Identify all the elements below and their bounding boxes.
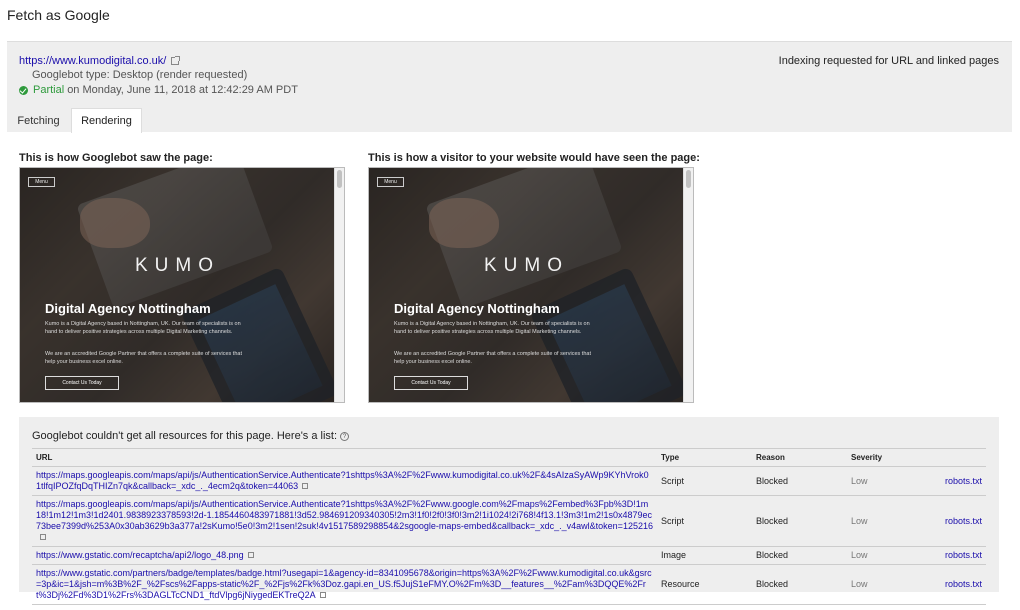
resource-url-text[interactable]: https://maps.googleapis.com/maps/api/js/… <box>36 499 653 531</box>
kumo-logo: KUMO <box>135 255 220 276</box>
resource-url[interactable]: https://www.gstatic.com/recaptcha/api2/l… <box>32 546 657 565</box>
robots-txt-link[interactable]: robots.txt <box>937 495 986 547</box>
resource-reason: Blocked <box>752 466 847 496</box>
menu-button: Menu <box>28 177 55 187</box>
external-link-icon[interactable] <box>40 534 46 540</box>
table-header-row: URL Type Reason Severity <box>32 448 986 467</box>
fetched-url-link[interactable]: https://www.kumodigital.co.uk/ <box>19 55 181 67</box>
resource-reason: Blocked <box>752 495 847 547</box>
resource-reason: Blocked <box>752 546 847 565</box>
help-icon[interactable]: ? <box>340 431 350 441</box>
column-header-action <box>937 448 986 467</box>
external-link-icon[interactable] <box>319 592 326 598</box>
preview-scrollbar[interactable] <box>683 168 693 402</box>
resource-type: Script <box>657 495 752 547</box>
column-header-type: Type <box>657 448 752 467</box>
fetched-url-text[interactable]: https://www.kumodigital.co.uk/ <box>19 55 166 67</box>
visitor-render-preview: Menu KUMO Digital Agency Nottingham Kumo… <box>368 167 694 403</box>
table-row: https://maps.googleapis.com/maps/api/js/… <box>32 495 986 547</box>
dark-overlay <box>369 168 684 402</box>
render-viewport: Menu KUMO Digital Agency Nottingham Kumo… <box>20 168 340 402</box>
googlebot-type: Googlebot type: Desktop (render requeste… <box>32 69 248 81</box>
resource-severity: Low <box>847 495 937 547</box>
resource-url-text[interactable]: https://www.gstatic.com/recaptcha/api2/l… <box>36 550 244 560</box>
hero-paragraph: We are an accredited Google Partner that… <box>394 351 591 365</box>
googlebot-render-preview: Menu KUMO Digital Agency Nottingham Kumo… <box>19 167 345 403</box>
hero-paragraph: We are an accredited Google Partner that… <box>45 351 242 365</box>
fetch-status: Partial on Monday, June 11, 2018 at 12:4… <box>19 84 298 96</box>
resource-reason: Blocked <box>752 564 847 605</box>
column-header-reason: Reason <box>752 448 847 467</box>
resource-severity: Low <box>847 466 937 496</box>
fetch-summary-panel: https://www.kumodigital.co.uk/ Googlebot… <box>7 41 1012 133</box>
robots-txt-link[interactable]: robots.txt <box>937 546 986 565</box>
resource-severity: Low <box>847 564 937 605</box>
page-title: Fetch as Google <box>7 7 110 23</box>
external-link-icon[interactable] <box>302 483 309 489</box>
resource-url-text[interactable]: https://maps.googleapis.com/maps/api/js/… <box>36 470 649 491</box>
check-circle-icon <box>19 85 28 95</box>
scroll-thumb[interactable] <box>337 170 342 188</box>
table-row: https://www.gstatic.com/recaptcha/api2/l… <box>32 546 986 565</box>
tab-rendering[interactable]: Rendering <box>71 108 142 133</box>
resource-type: Resource <box>657 564 752 605</box>
resources-table: URL Type Reason Severity https://maps.go… <box>32 448 986 605</box>
blocked-resources-panel: Googlebot couldn't get all resources for… <box>19 417 999 605</box>
resource-url[interactable]: https://www.gstatic.com/partners/badge/t… <box>32 564 657 605</box>
resources-header-text: Googlebot couldn't get all resources for… <box>32 430 338 442</box>
column-header-severity: Severity <box>847 448 937 467</box>
table-row: https://maps.googleapis.com/maps/api/js/… <box>32 466 986 496</box>
resource-type: Script <box>657 466 752 496</box>
preview-scrollbar[interactable] <box>334 168 344 402</box>
resources-header: Googlebot couldn't get all resources for… <box>32 430 350 442</box>
render-viewport: Menu KUMO Digital Agency Nottingham Kumo… <box>369 168 689 402</box>
resource-url[interactable]: https://maps.googleapis.com/maps/api/js/… <box>32 466 657 496</box>
external-link-icon[interactable] <box>247 552 254 558</box>
dark-overlay <box>20 168 335 402</box>
hero-title: Digital Agency Nottingham <box>45 301 211 316</box>
status-badge: Partial <box>33 84 65 96</box>
kumo-logo: KUMO <box>484 255 569 276</box>
robots-txt-link[interactable]: robots.txt <box>937 564 986 605</box>
hero-title: Digital Agency Nottingham <box>394 301 560 316</box>
external-link-icon[interactable] <box>171 56 181 65</box>
googlebot-render-caption: This is how Googlebot saw the page: <box>19 152 213 164</box>
robots-txt-link[interactable]: robots.txt <box>937 466 986 496</box>
resource-url[interactable]: https://maps.googleapis.com/maps/api/js/… <box>32 495 657 547</box>
menu-button: Menu <box>377 177 404 187</box>
hero-paragraph: Kumo is a Digital Agency based in Nottin… <box>394 321 590 335</box>
status-detail: on Monday, June 11, 2018 at 12:42:29 AM … <box>67 84 298 96</box>
scroll-thumb[interactable] <box>686 170 691 188</box>
resource-url-text[interactable]: https://www.gstatic.com/partners/badge/t… <box>36 568 652 600</box>
visitor-render-caption: This is how a visitor to your website wo… <box>368 152 700 164</box>
contact-us-button: Contact Us Today <box>45 376 119 390</box>
contact-us-button: Contact Us Today <box>394 376 468 390</box>
resource-severity: Low <box>847 546 937 565</box>
hero-paragraph: Kumo is a Digital Agency based in Nottin… <box>45 321 241 335</box>
table-row: https://www.gstatic.com/partners/badge/t… <box>32 564 986 605</box>
tab-fetching[interactable]: Fetching <box>7 108 70 133</box>
resource-type: Image <box>657 546 752 565</box>
indexing-status: Indexing requested for URL and linked pa… <box>778 55 999 67</box>
column-header-url: URL <box>32 448 657 467</box>
